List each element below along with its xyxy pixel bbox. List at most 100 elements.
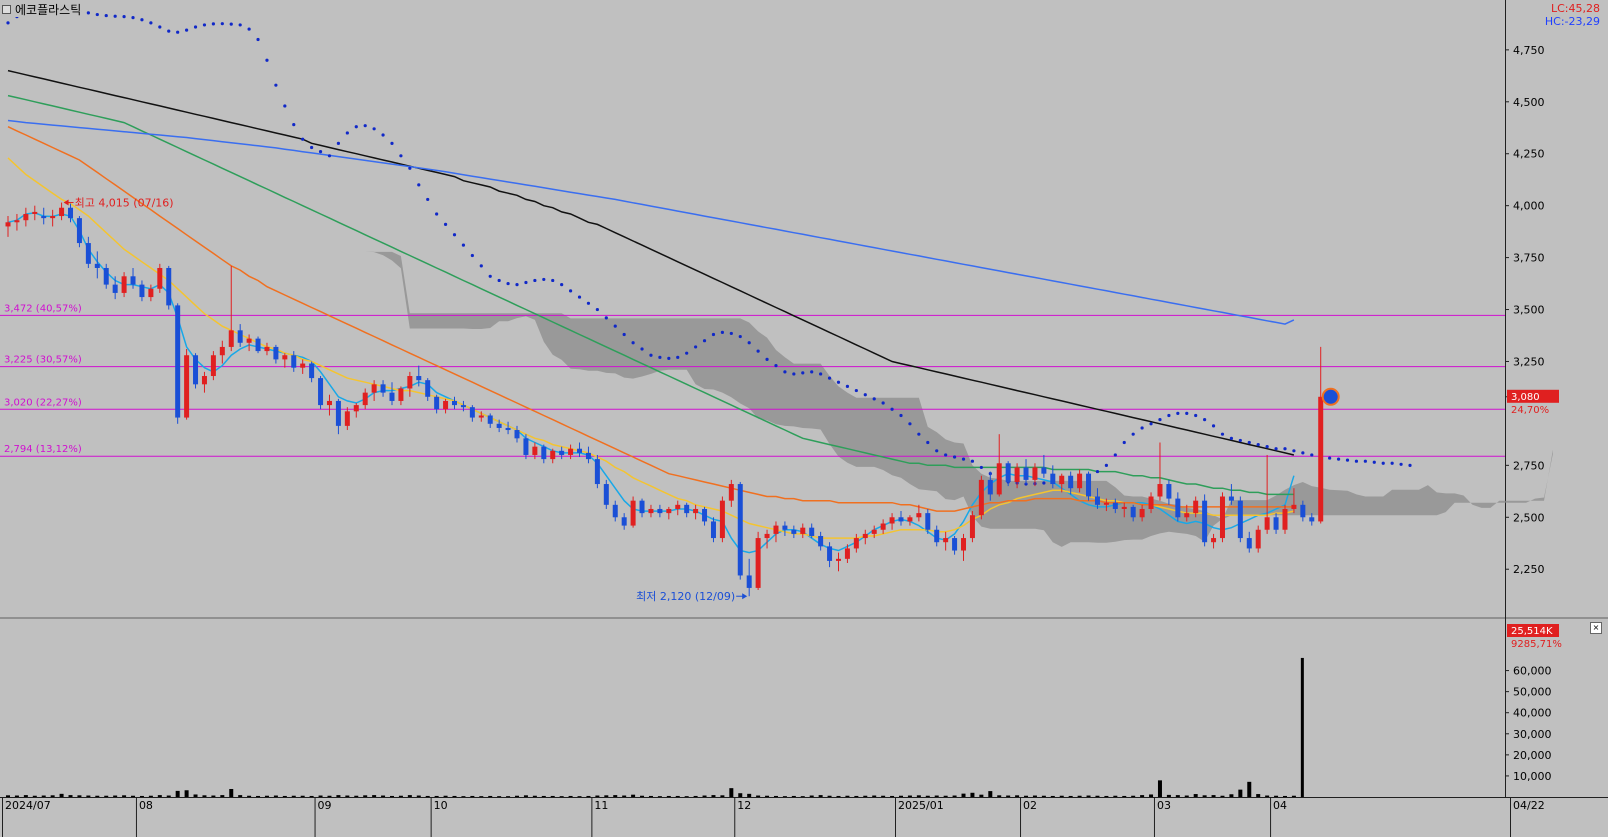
y-tick-label: 2,500 (1513, 511, 1545, 524)
volume-panel-close-icon[interactable]: × (1590, 622, 1602, 634)
low-annotation: 최저 2,120 (12/09) (636, 590, 735, 603)
sar-dot (979, 465, 983, 470)
volume-bar (434, 795, 439, 797)
candle-body (121, 276, 127, 293)
candle-body (523, 438, 529, 455)
sar-dot (568, 289, 573, 293)
sar-dot (756, 349, 760, 353)
sar-dot (140, 18, 144, 22)
sar-dot (533, 278, 537, 283)
sar-dot (95, 12, 99, 17)
volume-bar (6, 795, 10, 797)
candle-body (85, 243, 91, 264)
x-tick-label: 09 (318, 799, 332, 812)
x-tick-label: 11 (594, 799, 608, 812)
candle (1086, 471, 1092, 501)
candle-body (844, 548, 850, 559)
candle-body (201, 376, 207, 385)
volume-bar (443, 795, 448, 797)
candle-body (23, 213, 29, 221)
sar-dot (551, 278, 555, 283)
sar-dot (1176, 411, 1180, 416)
candle-body (1264, 517, 1270, 530)
volume-bar (238, 795, 243, 797)
candle-body (1175, 498, 1181, 518)
x-tick-label: 02 (1023, 799, 1037, 812)
stock-chart[interactable]: 3,472 (40,57%) 3,225 (30,57%) 3,020 (22,27… (0, 0, 1608, 837)
sar-dot (810, 370, 814, 374)
volume-bar (854, 795, 859, 797)
volume-bar (452, 795, 457, 797)
volume-bar (122, 795, 127, 797)
x-tick-label: 2024/07 (5, 799, 51, 812)
hc-readout: HC:-23,29 (1544, 15, 1600, 28)
volume-bar (363, 795, 368, 797)
candle-body (952, 538, 958, 551)
volume-bar (86, 795, 91, 797)
candle-body (755, 538, 761, 588)
volume-bar (890, 795, 895, 797)
volume-bar (1274, 795, 1279, 797)
volume-bar (1113, 795, 1118, 797)
sar-dot (1149, 422, 1153, 426)
sar-dot (1220, 432, 1225, 436)
sar-dot (506, 281, 510, 286)
sar-dot (676, 355, 680, 359)
sar-dot (122, 15, 126, 19)
candle-body (621, 517, 627, 526)
volume-bar (1086, 795, 1091, 797)
volume-bar (845, 795, 850, 797)
x-tick-label: 12 (737, 799, 751, 812)
sar-dot (863, 393, 867, 397)
candle-body (746, 575, 752, 588)
volume-bar (729, 788, 734, 797)
candle-body (460, 405, 466, 408)
candle-body (559, 450, 565, 455)
sar-dot (926, 440, 930, 445)
y-tick-label: 4,500 (1513, 96, 1545, 109)
sar-dot (1336, 457, 1341, 461)
sar-dot (515, 283, 519, 287)
volume-bar (818, 795, 823, 797)
candle-body (1130, 506, 1136, 518)
x-tick-label: 03 (1157, 799, 1171, 812)
volume-bar (211, 795, 216, 797)
volume-bar (327, 795, 332, 797)
volume-bar (747, 793, 752, 797)
candle-body (568, 448, 574, 455)
volume-bar (139, 795, 144, 797)
volume-bar (1140, 795, 1145, 797)
volume-bar (41, 795, 46, 797)
sar-dot (345, 131, 349, 135)
candle-body (362, 392, 368, 406)
sar-dot (113, 14, 117, 18)
candle-body (344, 411, 350, 426)
volume-bar (309, 795, 314, 797)
candle-body (862, 533, 868, 539)
sar-dot (738, 334, 742, 339)
volume-bar (157, 795, 162, 797)
sar-dot (961, 457, 966, 461)
volume-bar (1229, 794, 1234, 797)
candle-body (809, 527, 815, 536)
sar-dot (1301, 451, 1305, 455)
candle-body (666, 508, 672, 514)
candle-body (112, 284, 118, 293)
volume-bar (577, 796, 582, 797)
candle-body (1211, 538, 1217, 543)
candle (719, 496, 725, 543)
candle-body (76, 218, 82, 244)
sar-dot (265, 58, 269, 62)
candle-body (934, 529, 940, 543)
chart-menu-icon[interactable] (2, 4, 11, 14)
current-volume-change: 9285,71% (1511, 639, 1562, 650)
candle-body (398, 388, 404, 401)
candle (1219, 492, 1225, 543)
sar-dot (1194, 413, 1198, 418)
sar-dot (1167, 413, 1171, 418)
sar-dot (470, 253, 474, 258)
y-tick-label: 3,750 (1513, 252, 1545, 265)
candle (1202, 494, 1208, 547)
candle-body (880, 523, 886, 530)
y-tick-label: 3,500 (1513, 304, 1545, 317)
